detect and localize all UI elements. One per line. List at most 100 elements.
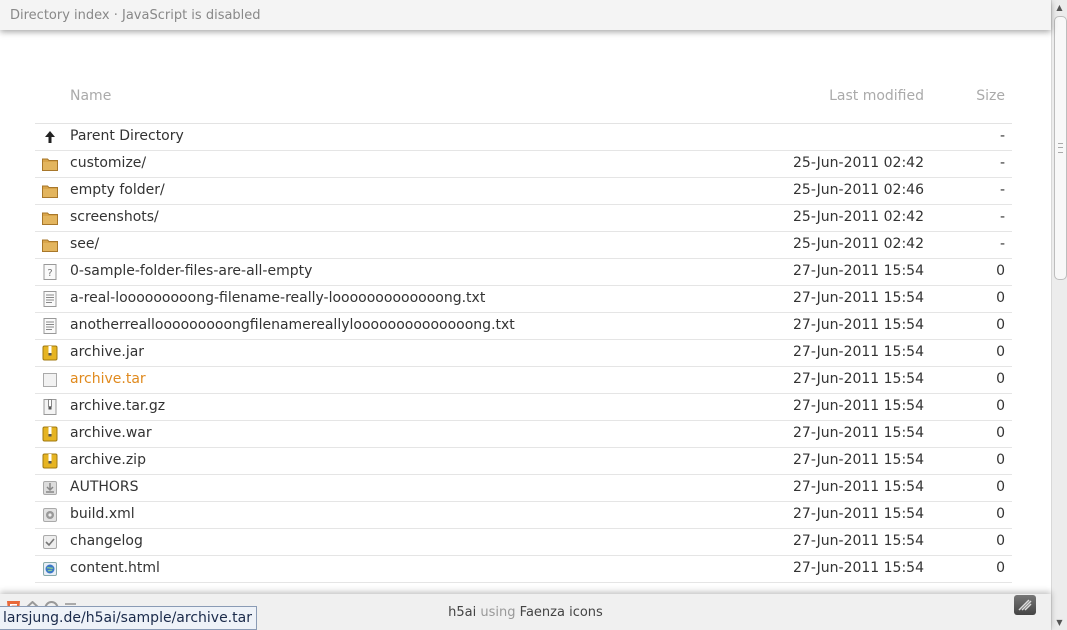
list-item[interactable]: a-real-looooooooong-filename-really-looo… [35, 286, 1012, 313]
last-modified: 27-Jun-2011 15:54 [793, 506, 924, 522]
scroll-grip-icon [1058, 143, 1063, 153]
file-name-link[interactable]: customize/ [70, 155, 146, 171]
arrow-up-icon [42, 129, 58, 145]
file-size: 0 [996, 290, 1005, 306]
check-file-icon [42, 534, 58, 550]
list-item[interactable]: screenshots/25-Jun-2011 02:42 - [35, 205, 1012, 232]
last-modified: 27-Jun-2011 15:54 [793, 452, 924, 468]
list-item[interactable]: build.xml 27-Jun-2011 15:54 0 [35, 502, 1012, 529]
last-modified: 25-Jun-2011 02:42 [793, 155, 924, 171]
file-name-link[interactable]: a-real-looooooooong-filename-really-looo… [70, 290, 485, 306]
last-modified: 25-Jun-2011 02:42 [793, 236, 924, 252]
list-item[interactable]: archive.war 27-Jun-2011 15:54 0 [35, 421, 1012, 448]
folder-icon [42, 156, 58, 172]
list-item[interactable]: archive.jar 27-Jun-2011 15:54 0 [35, 340, 1012, 367]
file-size: 0 [996, 560, 1005, 576]
footer-icons-link[interactable]: Faenza icons [520, 605, 603, 620]
list-item[interactable]: anotherreallooooooooongfilenamereallyloo… [35, 313, 1012, 340]
file-name-link[interactable]: archive.zip [70, 452, 146, 468]
file-name-link[interactable]: see/ [70, 236, 99, 252]
page-title: Directory index · JavaScript is disabled [10, 8, 261, 23]
list-item[interactable]: AUTHORS 27-Jun-2011 15:54 0 [35, 475, 1012, 502]
archive-icon [42, 453, 58, 469]
file-size: 0 [996, 398, 1005, 414]
last-modified: 27-Jun-2011 15:54 [793, 344, 924, 360]
listing-header: Name Last modified Size [35, 80, 1012, 124]
list-item[interactable]: customize/25-Jun-2011 02:42 - [35, 151, 1012, 178]
file-size: 0 [996, 479, 1005, 495]
file-size: - [999, 128, 1005, 144]
list-item[interactable]: see/25-Jun-2011 02:42 - [35, 232, 1012, 259]
file-size: 0 [996, 506, 1005, 522]
column-header-name[interactable]: Name [70, 88, 111, 104]
file-size: 0 [996, 263, 1005, 279]
unknown-file-icon: ? [42, 264, 58, 280]
file-name-link[interactable]: archive.jar [70, 344, 144, 360]
list-item[interactable]: archive.zip 27-Jun-2011 15:54 0 [35, 448, 1012, 475]
archive-icon [42, 345, 58, 361]
folder-icon [42, 210, 58, 226]
file-size: - [999, 155, 1005, 171]
file-size: 0 [996, 344, 1005, 360]
vertical-scrollbar[interactable]: ▲ ▼ [1051, 0, 1067, 630]
list-item[interactable]: empty folder/25-Jun-2011 02:46 - [35, 178, 1012, 205]
column-header-size[interactable]: Size [976, 88, 1005, 104]
file-name-link[interactable]: empty folder/ [70, 182, 165, 198]
file-name-link[interactable]: Parent Directory [70, 128, 184, 144]
blank-file-icon [42, 372, 58, 388]
footer-brand-link[interactable]: h5ai [448, 605, 476, 620]
gear-file-icon [42, 507, 58, 523]
file-size: - [999, 236, 1005, 252]
file-size: 0 [996, 371, 1005, 387]
status-bar-url: larsjung.de/h5ai/sample/archive.tar [0, 606, 257, 630]
file-size: 0 [996, 533, 1005, 549]
folder-icon [42, 237, 58, 253]
file-name-link[interactable]: anotherreallooooooooongfilenamereallyloo… [70, 317, 515, 333]
file-name-link[interactable]: archive.tar.gz [70, 398, 165, 414]
list-item[interactable]: Parent Directory - [35, 124, 1012, 151]
last-modified: 27-Jun-2011 15:54 [793, 560, 924, 576]
list-item[interactable]: content.html 27-Jun-2011 15:54 0 [35, 556, 1012, 583]
file-name-link[interactable]: changelog [70, 533, 143, 549]
last-modified: 27-Jun-2011 15:54 [793, 398, 924, 414]
file-name-link[interactable]: AUTHORS [70, 479, 139, 495]
last-modified: 27-Jun-2011 15:54 [793, 263, 924, 279]
last-modified: 27-Jun-2011 15:54 [793, 317, 924, 333]
svg-text:?: ? [47, 268, 52, 279]
list-item[interactable]: ? 0-sample-folder-files-are-all-empty 27-J… [35, 259, 1012, 286]
list-item[interactable]: archive.tar.gz 27-Jun-2011 15:54 0 [35, 394, 1012, 421]
list-item[interactable]: archive.tar 27-Jun-2011 15:54 0 [35, 367, 1012, 394]
last-modified: 27-Jun-2011 15:54 [793, 290, 924, 306]
file-size: - [999, 182, 1005, 198]
top-bar: Directory index · JavaScript is disabled [0, 0, 1051, 30]
file-size: 0 [996, 452, 1005, 468]
column-header-last-modified[interactable]: Last modified [829, 88, 924, 104]
last-modified: 27-Jun-2011 15:54 [793, 479, 924, 495]
file-name-link[interactable]: screenshots/ [70, 209, 159, 225]
file-name-link[interactable]: archive.war [70, 425, 152, 441]
archive-icon [42, 426, 58, 442]
scroll-thumb[interactable] [1054, 16, 1067, 280]
scroll-down-arrow-icon[interactable]: ▼ [1052, 615, 1067, 630]
file-listing: Name Last modified Size Parent Directory… [35, 80, 1012, 583]
last-modified: 27-Jun-2011 15:54 [793, 425, 924, 441]
last-modified: 27-Jun-2011 15:54 [793, 533, 924, 549]
archive-white-icon [42, 399, 58, 415]
file-size: 0 [996, 317, 1005, 333]
folder-icon [42, 183, 58, 199]
install-file-icon [42, 480, 58, 496]
scroll-up-arrow-icon[interactable]: ▲ [1052, 0, 1067, 15]
file-name-link[interactable]: archive.tar [70, 371, 146, 387]
html-file-icon [42, 561, 58, 577]
file-name-link[interactable]: 0-sample-folder-files-are-all-empty [70, 263, 312, 279]
footer-using-text: using [480, 605, 516, 620]
list-item[interactable]: changelog 27-Jun-2011 15:54 0 [35, 529, 1012, 556]
last-modified: 25-Jun-2011 02:42 [793, 209, 924, 225]
file-size: - [999, 209, 1005, 225]
file-name-link[interactable]: build.xml [70, 506, 135, 522]
file-size: 0 [996, 425, 1005, 441]
file-name-link[interactable]: content.html [70, 560, 160, 576]
last-modified: 25-Jun-2011 02:46 [793, 182, 924, 198]
last-modified: 27-Jun-2011 15:54 [793, 371, 924, 387]
app-logo-icon[interactable] [1014, 595, 1036, 615]
